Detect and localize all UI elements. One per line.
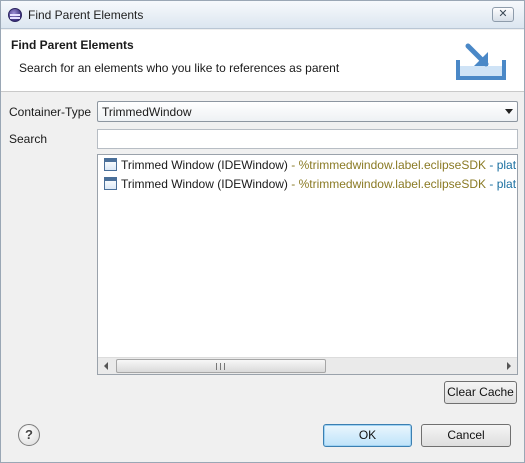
cancel-button[interactable]: Cancel (421, 424, 511, 447)
results-list[interactable]: Trimmed Window (IDEWindow) - %trimmedwin… (97, 154, 518, 375)
help-icon[interactable]: ? (18, 424, 40, 446)
container-type-label: Container-Type (9, 105, 92, 119)
clear-cache-button[interactable]: Clear Cache (444, 381, 517, 404)
item-separator: - (287, 158, 299, 172)
wizard-import-icon (456, 43, 506, 80)
window-icon (104, 158, 117, 171)
grip-icon (216, 363, 225, 370)
header-description: Search for an elements who you like to r… (19, 61, 340, 75)
item-separator: - (486, 158, 497, 172)
search-input[interactable] (97, 129, 518, 149)
item-label: %trimmedwindow.label.eclipseSDK (298, 177, 487, 191)
chevron-down-icon (505, 109, 513, 114)
header-title: Find Parent Elements (11, 38, 134, 52)
item-name: Trimmed Window (IDEWindow) (121, 177, 288, 191)
item-platform: plat (496, 158, 517, 172)
scroll-left-icon[interactable] (98, 358, 115, 374)
close-icon: ✕ (498, 7, 508, 20)
eclipse-icon (8, 8, 22, 22)
item-name: Trimmed Window (IDEWindow) (121, 158, 288, 172)
close-button[interactable]: ✕ (492, 7, 514, 22)
window-title: Find Parent Elements (28, 8, 144, 22)
horizontal-scrollbar[interactable] (98, 357, 517, 374)
search-label: Search (9, 132, 48, 146)
list-item[interactable]: Trimmed Window (IDEWindow) - %trimmedwin… (104, 177, 516, 195)
item-separator: - (287, 177, 299, 191)
list-item[interactable]: Trimmed Window (IDEWindow) - %trimmedwin… (104, 158, 516, 176)
item-platform: plat (496, 177, 517, 191)
item-label: %trimmedwindow.label.eclipseSDK (298, 158, 487, 172)
scroll-right-icon[interactable] (500, 358, 517, 374)
ok-button[interactable]: OK (323, 424, 412, 447)
scrollbar-thumb[interactable] (116, 359, 326, 373)
container-type-select[interactable]: TrimmedWindow (97, 101, 518, 122)
find-parent-elements-dialog: Find Parent Elements ✕ Find Parent Eleme… (0, 0, 525, 463)
container-type-value: TrimmedWindow (102, 105, 192, 119)
title-bar[interactable]: Find Parent Elements ✕ (1, 1, 524, 29)
item-separator: - (486, 177, 497, 191)
window-icon (104, 177, 117, 190)
dialog-header: Find Parent Elements Search for an eleme… (1, 30, 524, 92)
